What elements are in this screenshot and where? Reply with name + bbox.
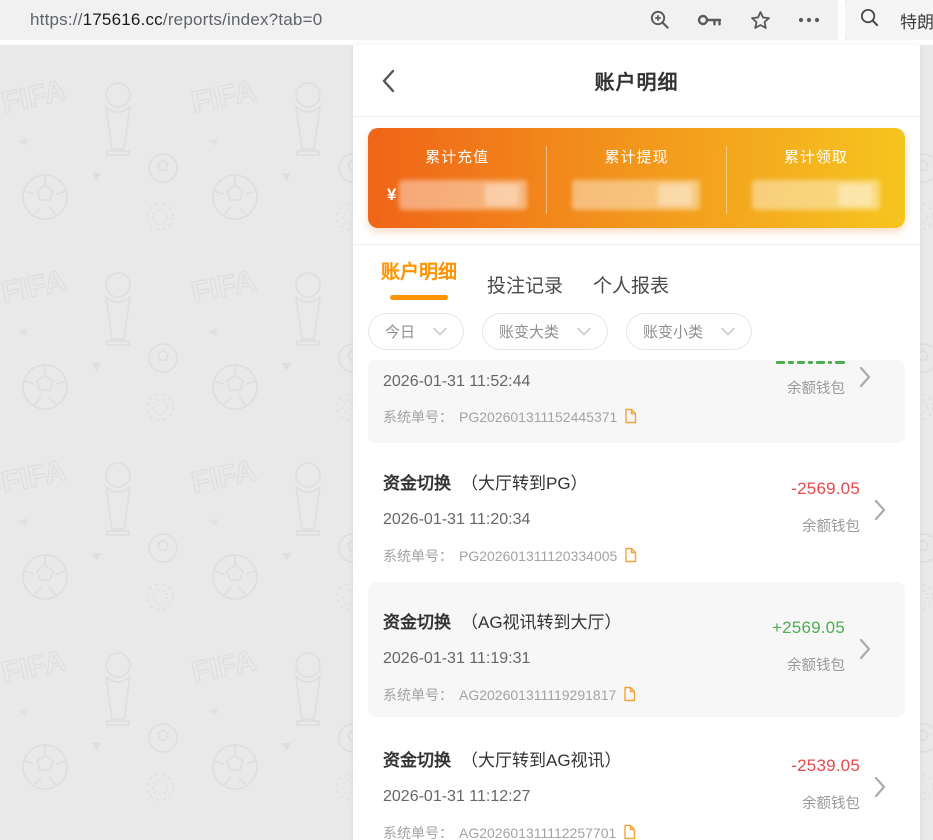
record-type: 资金切换 [383,469,451,494]
tabs-section: 账户明细 投注记录 个人报表 今日 账变大类 [353,245,920,358]
order-number: AG202601311112257701 [459,825,616,840]
transaction-record[interactable]: 资金切换 （大厅转到AG视讯） 2026-01-31 11:12:27 系统单号… [353,720,920,840]
order-label: 系统单号： [383,685,453,705]
tab-account-detail[interactable]: 账户明细 [381,257,457,286]
filter-minor-category[interactable]: 账变小类 [626,313,752,350]
record-wallet: 余额钱包 [791,792,860,813]
filter-major-category[interactable]: 账变大类 [482,313,608,350]
order-number: PG202601311152445371 [459,409,617,425]
search-query-text: 特朗 [900,8,933,33]
back-icon[interactable] [381,69,395,98]
page-background: FIFA [0,45,933,840]
search-icon [859,7,880,33]
summary-label: 累计提现 [604,146,668,167]
masked-value [399,180,527,210]
chevron-down-icon [721,323,735,341]
order-number: AG202601311119291817 [459,687,616,703]
order-label: 系统单号： [383,823,453,840]
filter-date[interactable]: 今日 [368,313,464,350]
currency-symbol: ¥ [387,185,396,205]
record-direction: （大厅转到PG） [461,469,588,494]
record-amount: -2569.05 [791,479,860,499]
record-wallet: 余额钱包 [776,377,845,398]
record-time: 2026-01-31 11:12:27 [383,788,860,806]
tab-personal-report[interactable]: 个人报表 [593,271,669,300]
record-wallet: 余额钱包 [772,654,845,675]
summary-card: 累计充值 ¥ 累计提现 累计领取 [368,128,905,228]
summary-col-claim: 累计领取 [726,146,905,214]
order-number: PG202601311120334005 [459,548,617,564]
record-amount: +2569.05 [772,618,845,638]
copy-icon[interactable] [623,547,637,566]
copy-icon[interactable] [622,686,636,705]
ellipsis-icon[interactable] [798,17,820,23]
masked-value [572,180,700,210]
side-search-box[interactable]: 特朗 [845,0,933,40]
record-direction: （大厅转到AG视讯） [461,746,622,771]
transaction-record[interactable]: 资金切换 （AG视讯转到大厅） 2026-01-31 11:19:31 系统单号… [368,582,905,717]
toolbar-divider [838,0,845,40]
page-header: 账户明细 [353,45,920,117]
transaction-list[interactable]: 2026-01-31 11:52:44 系统单号：PG2026013111524… [353,358,920,840]
record-time: 2026-01-31 11:20:34 [383,511,860,529]
browser-address-bar: https://175616.cc/reports/index?tab=0 特朗 [0,0,933,40]
chevron-right-icon[interactable] [874,499,886,526]
page-title: 账户明细 [595,66,679,95]
transaction-record[interactable]: 资金切换 （大厅转到PG） 2026-01-31 11:20:34 系统单号： P… [353,443,920,582]
chevron-down-icon [577,323,591,341]
summary-card-section: 累计充值 ¥ 累计提现 累计领取 [353,117,920,245]
key-icon[interactable] [697,13,723,27]
url-domain: 175616.cc [83,10,163,30]
url-input[interactable]: https://175616.cc/reports/index?tab=0 [0,10,641,30]
active-tab-indicator [390,295,448,300]
copy-icon[interactable] [623,408,637,427]
record-type: 资金切换 [383,608,451,633]
zoom-in-icon[interactable] [649,9,671,31]
order-label: 系统单号： [383,546,453,566]
tab-bet-records[interactable]: 投注记录 [487,271,563,300]
record-wallet: 余额钱包 [791,515,860,536]
masked-value [752,180,880,210]
chevron-right-icon[interactable] [859,638,871,665]
url-prefix: https:// [30,10,83,30]
star-icon[interactable] [749,9,772,32]
chevron-right-icon[interactable] [859,366,871,393]
order-label: 系统单号： [383,407,453,427]
summary-label: 累计充值 [425,146,489,167]
chevron-right-icon[interactable] [874,776,886,803]
copy-icon[interactable] [622,824,636,840]
transaction-record[interactable]: 2026-01-31 11:52:44 系统单号：PG2026013111524… [368,360,905,443]
app-content: 账户明细 累计充值 ¥ 累计提现 累计领取 [353,45,920,840]
record-amount: -2539.05 [791,756,860,776]
url-path: /reports/index?tab=0 [163,10,322,30]
chevron-down-icon [433,323,447,341]
record-direction: （AG视讯转到大厅） [461,608,622,633]
summary-col-deposit: 累计充值 ¥ [368,146,546,214]
summary-label: 累计领取 [784,146,848,167]
record-amount-clipped [776,358,845,364]
summary-col-withdraw: 累计提现 [546,146,725,214]
record-type: 资金切换 [383,746,451,771]
